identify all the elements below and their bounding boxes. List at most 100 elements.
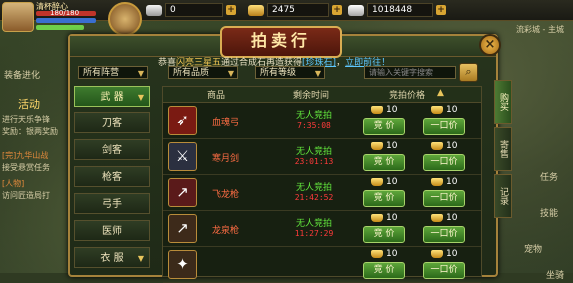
remaining-time: 23:01:13 bbox=[294, 157, 334, 166]
buyout-price: 10 bbox=[431, 213, 457, 223]
side-text[interactable]: 活动 bbox=[18, 96, 40, 112]
buyout-price-value: 10 bbox=[446, 141, 458, 151]
bid-button[interactable]: 竞 价 bbox=[363, 154, 405, 171]
side-text[interactable]: 访问匠造局打 bbox=[2, 190, 50, 201]
item-name: 寒月剑 bbox=[212, 154, 240, 164]
category-label: 剑客 bbox=[102, 145, 122, 156]
currency-silver: 0 + bbox=[146, 2, 236, 18]
spear-icon[interactable]: ↗ bbox=[168, 178, 197, 207]
header-time: 剩余时间 bbox=[293, 91, 330, 101]
table-row[interactable]: ✦ 10 竞 价 10 一口价 bbox=[163, 247, 481, 283]
table-row[interactable]: ⚔ 寒月剑 无人竞拍 23:01:13 10 竞 价 10 一口价 bbox=[163, 139, 481, 175]
header-price[interactable]: 竞拍价格 bbox=[389, 88, 425, 101]
bow-icon[interactable]: ➶ bbox=[168, 106, 197, 135]
add-currency-button[interactable]: + bbox=[226, 5, 236, 15]
remaining-time: 7:35:08 bbox=[297, 121, 331, 130]
gold-ingot-icon bbox=[431, 250, 443, 258]
sword-icon[interactable]: ⚔ bbox=[168, 142, 197, 171]
side-text[interactable]: [完]九华山战 bbox=[2, 150, 48, 161]
tab-records[interactable]: 记录 bbox=[494, 174, 512, 218]
bid-button[interactable]: 竞 价 bbox=[363, 190, 405, 207]
buyout-button[interactable]: 一口价 bbox=[423, 154, 465, 171]
bid-price: 10 bbox=[371, 177, 397, 187]
currency-value: 1018448 bbox=[367, 3, 433, 17]
category-swordsman[interactable]: 剑客 bbox=[74, 139, 150, 160]
add-currency-button[interactable]: + bbox=[332, 5, 342, 15]
category-blademan[interactable]: 刀客 bbox=[74, 112, 150, 133]
bid-button[interactable]: 竞 价 bbox=[363, 262, 405, 279]
category-healer[interactable]: 医师 bbox=[74, 220, 150, 241]
bid-button[interactable]: 竞 价 bbox=[363, 226, 405, 243]
sort-up-icon[interactable]: ▲ bbox=[437, 88, 444, 98]
buyout-button[interactable]: 一口价 bbox=[423, 190, 465, 207]
player-portrait[interactable] bbox=[2, 2, 34, 32]
buyout-button[interactable]: 一口价 bbox=[423, 262, 465, 279]
tab-buy[interactable]: 购买 bbox=[494, 80, 512, 124]
bid-price-value: 10 bbox=[386, 213, 398, 223]
buyout-button[interactable]: 一口价 bbox=[423, 226, 465, 243]
buyout-button[interactable]: 一口价 bbox=[423, 118, 465, 135]
auction-house-panel: 拍卖行 × 恭喜闪亮三星五通过合成石再造获得[珍珠石]，立即前往！ 所有阵营 ▼… bbox=[68, 26, 501, 283]
side-text[interactable]: [人物] bbox=[2, 178, 24, 189]
buyout-price-value: 10 bbox=[446, 249, 458, 259]
location-text: 流彩城 - 主城 bbox=[516, 25, 564, 34]
category-label: 弓手 bbox=[102, 199, 122, 210]
chevron-down-icon: ▼ bbox=[137, 254, 144, 263]
category-clothes[interactable]: 衣 服 ▼ bbox=[74, 247, 150, 268]
search-input[interactable]: 请输入关键字搜索 bbox=[364, 66, 456, 79]
bid-price: 10 bbox=[371, 105, 397, 115]
buyout-price-value: 10 bbox=[446, 177, 458, 187]
level-dropdown[interactable]: 所有等级 ▼ bbox=[255, 66, 325, 79]
gold-ingot-icon bbox=[371, 250, 383, 258]
chevron-down-icon: ▼ bbox=[137, 69, 144, 78]
bid-status: 无人竞拍 bbox=[295, 111, 332, 121]
mp-bar bbox=[36, 18, 96, 23]
buyout-price: 10 bbox=[431, 249, 457, 259]
tab-consign[interactable]: 寄售 bbox=[494, 127, 512, 171]
buyout-price: 10 bbox=[431, 105, 457, 115]
dropdown-value: 所有等级 bbox=[260, 68, 297, 78]
category-spearman[interactable]: 枪客 bbox=[74, 166, 150, 187]
gold-ingot-icon bbox=[371, 178, 383, 186]
category-label: 衣 服 bbox=[100, 253, 124, 264]
buyout-price: 10 bbox=[431, 177, 457, 187]
pet-avatar[interactable] bbox=[108, 2, 142, 36]
weapon-icon[interactable]: ✦ bbox=[168, 250, 197, 279]
side-text[interactable]: 装备进化 bbox=[4, 68, 40, 81]
auction-table: 商品 剩余时间 竞拍价格 ▲ ➶ 血魂弓 无人竞拍 7:35:08 10 竞 价… bbox=[162, 86, 482, 283]
table-row[interactable]: ↗ 龙泉枪 无人竞拍 11:27:29 10 竞 价 10 一口价 bbox=[163, 211, 481, 247]
gold-bar-icon bbox=[248, 4, 264, 16]
bid-price-value: 10 bbox=[386, 105, 398, 115]
quality-dropdown[interactable]: 所有品质 ▼ bbox=[168, 66, 238, 79]
silver-ingot-icon bbox=[348, 4, 364, 16]
side-text: 进行天乐争锋 bbox=[2, 115, 50, 124]
search-icon: ⌕ bbox=[465, 65, 472, 78]
hp-text: 180/180 bbox=[50, 9, 80, 17]
side-label[interactable]: 任务 bbox=[540, 170, 558, 183]
bid-price-value: 10 bbox=[386, 249, 398, 259]
close-button[interactable]: × bbox=[479, 34, 501, 56]
table-row[interactable]: ↗ 飞龙枪 无人竞拍 21:42:52 10 竞 价 10 一口价 bbox=[163, 175, 481, 211]
remaining-time: 11:27:29 bbox=[294, 229, 334, 238]
side-label[interactable]: 技能 bbox=[540, 206, 558, 219]
spear-icon[interactable]: ↗ bbox=[168, 214, 197, 243]
table-row[interactable]: ➶ 血魂弓 无人竞拍 7:35:08 10 竞 价 10 一口价 bbox=[163, 103, 481, 139]
notice-text: ， bbox=[336, 58, 346, 68]
category-label: 刀客 bbox=[102, 118, 122, 129]
side-text: 奖励：银两奖励 bbox=[2, 127, 58, 136]
bid-status: 无人竞拍 bbox=[295, 147, 332, 157]
camp-dropdown[interactable]: 所有阵营 ▼ bbox=[78, 66, 148, 79]
side-label[interactable]: 宠物 bbox=[524, 242, 542, 255]
currency-value: 2475 bbox=[267, 3, 329, 17]
bid-button[interactable]: 竞 价 bbox=[363, 118, 405, 135]
add-currency-button[interactable]: + bbox=[436, 5, 446, 15]
category-label: 枪客 bbox=[102, 172, 122, 183]
gold-ingot-icon bbox=[371, 106, 383, 114]
gold-ingot-icon bbox=[431, 178, 443, 186]
search-button[interactable]: ⌕ bbox=[459, 63, 478, 82]
side-text[interactable]: 接受悬赏任务 bbox=[2, 162, 50, 173]
category-archer[interactable]: 弓手 bbox=[74, 193, 150, 214]
side-label[interactable]: 坐骑 bbox=[546, 268, 564, 281]
category-weapon[interactable]: 武 器 ▼ bbox=[74, 86, 150, 107]
gold-ingot-icon bbox=[431, 106, 443, 114]
